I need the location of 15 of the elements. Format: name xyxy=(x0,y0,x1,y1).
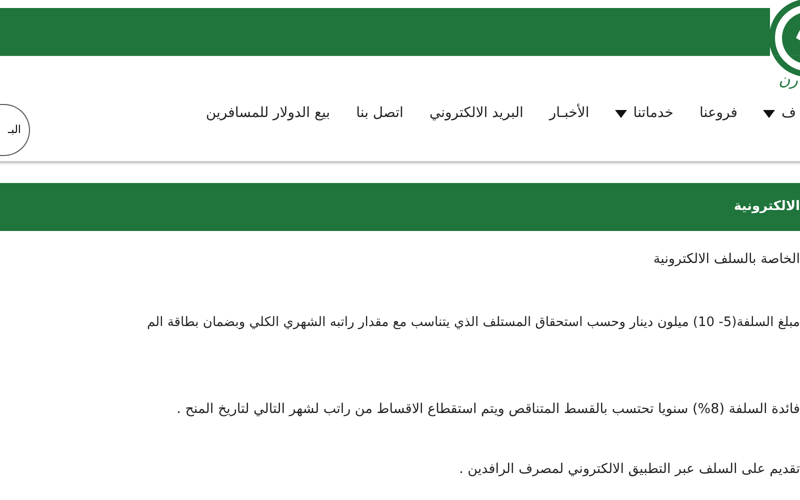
paragraph: مبلغ السلفة(5- 10) ميلون دينار وحسب استحقاق المستلف الذي يتناسب مع مقدار راتبه الشهري الكلي وبضمان بطاقة الم xyxy=(146,314,800,332)
paragraph: فائدة السلفة (8%) سنويا تحتسب بالقسط المتناقص ويتم استقطاع الاقساط من راتب لشهر التالي لتاريخ المنح . xyxy=(176,400,800,419)
logo-text: رن xyxy=(778,69,798,91)
nav-link[interactable]: الأخبـار xyxy=(549,103,590,124)
nav-link[interactable]: البريد الالكتروني xyxy=(429,103,524,124)
nav-link[interactable]: اتصل بنا xyxy=(356,103,404,124)
logo-icon xyxy=(768,0,800,78)
section-title: الالكترونية xyxy=(734,199,800,215)
paragraph: تقديم على السلف عبر التطبيق الالكتروني لمصرف الرافدين . xyxy=(458,460,800,479)
nav-dropdown[interactable]: خدماتنا xyxy=(615,103,674,124)
paragraph: الخاصة بالسلف الالكترونية xyxy=(652,250,800,269)
nav-link[interactable]: بيع الدولار للمسافرين xyxy=(206,103,330,124)
nav-dropdown[interactable]: ف xyxy=(763,103,796,124)
nav-link[interactable]: فروعنا xyxy=(699,103,738,124)
round-button[interactable]: البـ xyxy=(0,104,30,156)
